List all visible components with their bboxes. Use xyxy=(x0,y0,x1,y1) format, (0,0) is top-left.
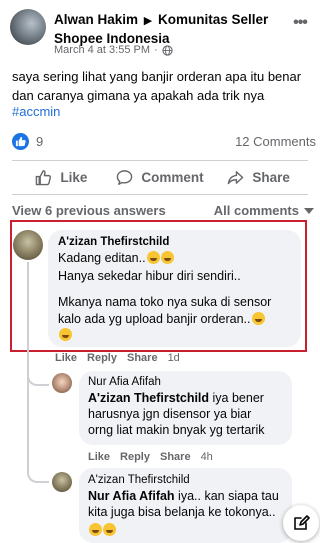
comment-bubble-icon xyxy=(117,169,133,185)
reply-text-line: orng liat makin bnyak yg tertarik xyxy=(88,423,265,437)
thread-connector xyxy=(27,366,49,386)
reply-text-line: harusnya jgn disensor ya biar xyxy=(88,407,252,421)
laughing-emoji-icon xyxy=(160,251,174,264)
reply-text-line: iya bener xyxy=(209,391,264,405)
reply-reply-button[interactable]: Reply xyxy=(120,451,150,463)
comments-filter-dropdown[interactable]: All comments xyxy=(214,203,314,218)
comment-text: Kadang editan.. xyxy=(58,250,174,266)
caret-down-icon xyxy=(304,207,314,214)
like-reaction-icon[interactable] xyxy=(12,133,29,150)
reactions-summary: 9 12 Comments xyxy=(12,132,316,152)
reply-text xyxy=(88,522,116,538)
author-name[interactable]: Alwan Hakim xyxy=(54,12,138,27)
comment-count[interactable]: 12 Comments xyxy=(235,134,316,149)
laughing-emoji-icon xyxy=(146,251,160,264)
reply-text: Nur Afia Afifah iya.. kan siapa tau xyxy=(88,488,279,504)
comment-reply-button[interactable]: Reply xyxy=(87,352,117,364)
comment-text xyxy=(58,327,72,343)
comment-button[interactable]: Comment xyxy=(111,163,210,191)
smiling-emoji-icon xyxy=(89,523,102,536)
reply-share-button[interactable]: Share xyxy=(160,451,191,463)
edit-pencil-icon xyxy=(294,515,310,530)
like-label: Like xyxy=(60,169,88,185)
divider xyxy=(12,194,308,195)
post-action-bar: Like Comment Share xyxy=(12,163,308,191)
post-header: Alwan Hakim ▶ Komunitas Seller Shopee In… xyxy=(10,9,310,57)
share-arrow-icon xyxy=(228,170,244,184)
reply-text: A'zizan Thefirstchild iya bener xyxy=(88,390,264,406)
hashtag-link[interactable]: #accmin xyxy=(12,104,60,119)
thumbs-up-icon xyxy=(36,169,52,185)
thread-line xyxy=(27,262,29,467)
comment-time[interactable]: 1d xyxy=(168,352,180,364)
comment-share-button[interactable]: Share xyxy=(127,352,158,364)
view-previous-answers-link[interactable]: View 6 previous answers xyxy=(12,203,166,218)
author-avatar[interactable] xyxy=(10,9,46,45)
post-timestamp[interactable]: March 4 at 3:55 PM xyxy=(54,44,150,56)
comment-text-line: Mkanya nama toko nya suka di sensor xyxy=(58,295,272,309)
comment-text-line: Hanya sekedar hibur diri sendiri.. xyxy=(58,269,241,283)
replier-avatar[interactable] xyxy=(52,373,72,393)
arrow-right-icon: ▶ xyxy=(143,15,153,27)
mention-link[interactable]: Nur Afia Afifah xyxy=(88,489,175,503)
post-meta: March 4 at 3:55 PM · xyxy=(54,44,173,56)
compose-button[interactable] xyxy=(283,505,319,541)
more-options-icon[interactable]: ••• xyxy=(290,13,310,33)
post-text: saya sering lihat yang banjir orderan ap… xyxy=(12,69,302,103)
grimacing-emoji-icon xyxy=(251,312,265,325)
replier-name[interactable]: A'zizan Thefirstchild xyxy=(88,474,190,486)
commenter-name[interactable]: A'zizan Thefirstchild xyxy=(58,236,169,248)
author-group-line: Alwan Hakim ▶ Komunitas Seller Shopee In… xyxy=(54,11,282,48)
reply-actions: Like Reply Share 4h xyxy=(88,451,213,463)
replier-name[interactable]: Nur Afia Afifah xyxy=(88,376,161,388)
mention-link[interactable]: A'zizan Thefirstchild xyxy=(88,391,209,405)
thread-connector xyxy=(27,463,49,483)
reply-text-line: iya.. kan siapa tau xyxy=(174,489,279,503)
share-button[interactable]: Share xyxy=(209,163,308,191)
comment-text-line: kalo ada yg upload banjir orderan.. xyxy=(58,312,251,326)
comments-filter-label: All comments xyxy=(213,203,299,218)
replier-avatar[interactable] xyxy=(52,472,72,492)
comment-actions: Like Reply Share 1d xyxy=(55,352,180,364)
share-label: Share xyxy=(252,169,290,185)
comment-like-button[interactable]: Like xyxy=(55,352,77,364)
divider xyxy=(12,160,308,161)
comments-header: View 6 previous answers All comments xyxy=(12,203,314,221)
reply-like-button[interactable]: Like xyxy=(88,451,110,463)
grimacing-emoji-icon xyxy=(59,328,72,341)
comment-label: Comment xyxy=(141,169,204,185)
comment-text: kalo ada yg upload banjir orderan.. xyxy=(58,311,265,327)
like-button[interactable]: Like xyxy=(12,163,111,191)
comment-text-line: Kadang editan.. xyxy=(58,251,146,265)
commenter-avatar[interactable] xyxy=(13,230,43,260)
smiling-emoji-icon xyxy=(103,523,116,536)
reaction-count[interactable]: 9 xyxy=(36,134,43,149)
globe-icon xyxy=(162,44,173,56)
reply-time[interactable]: 4h xyxy=(201,451,213,463)
reply-text-line: kita juga bisa belanja ke tokonya.. xyxy=(88,505,276,519)
